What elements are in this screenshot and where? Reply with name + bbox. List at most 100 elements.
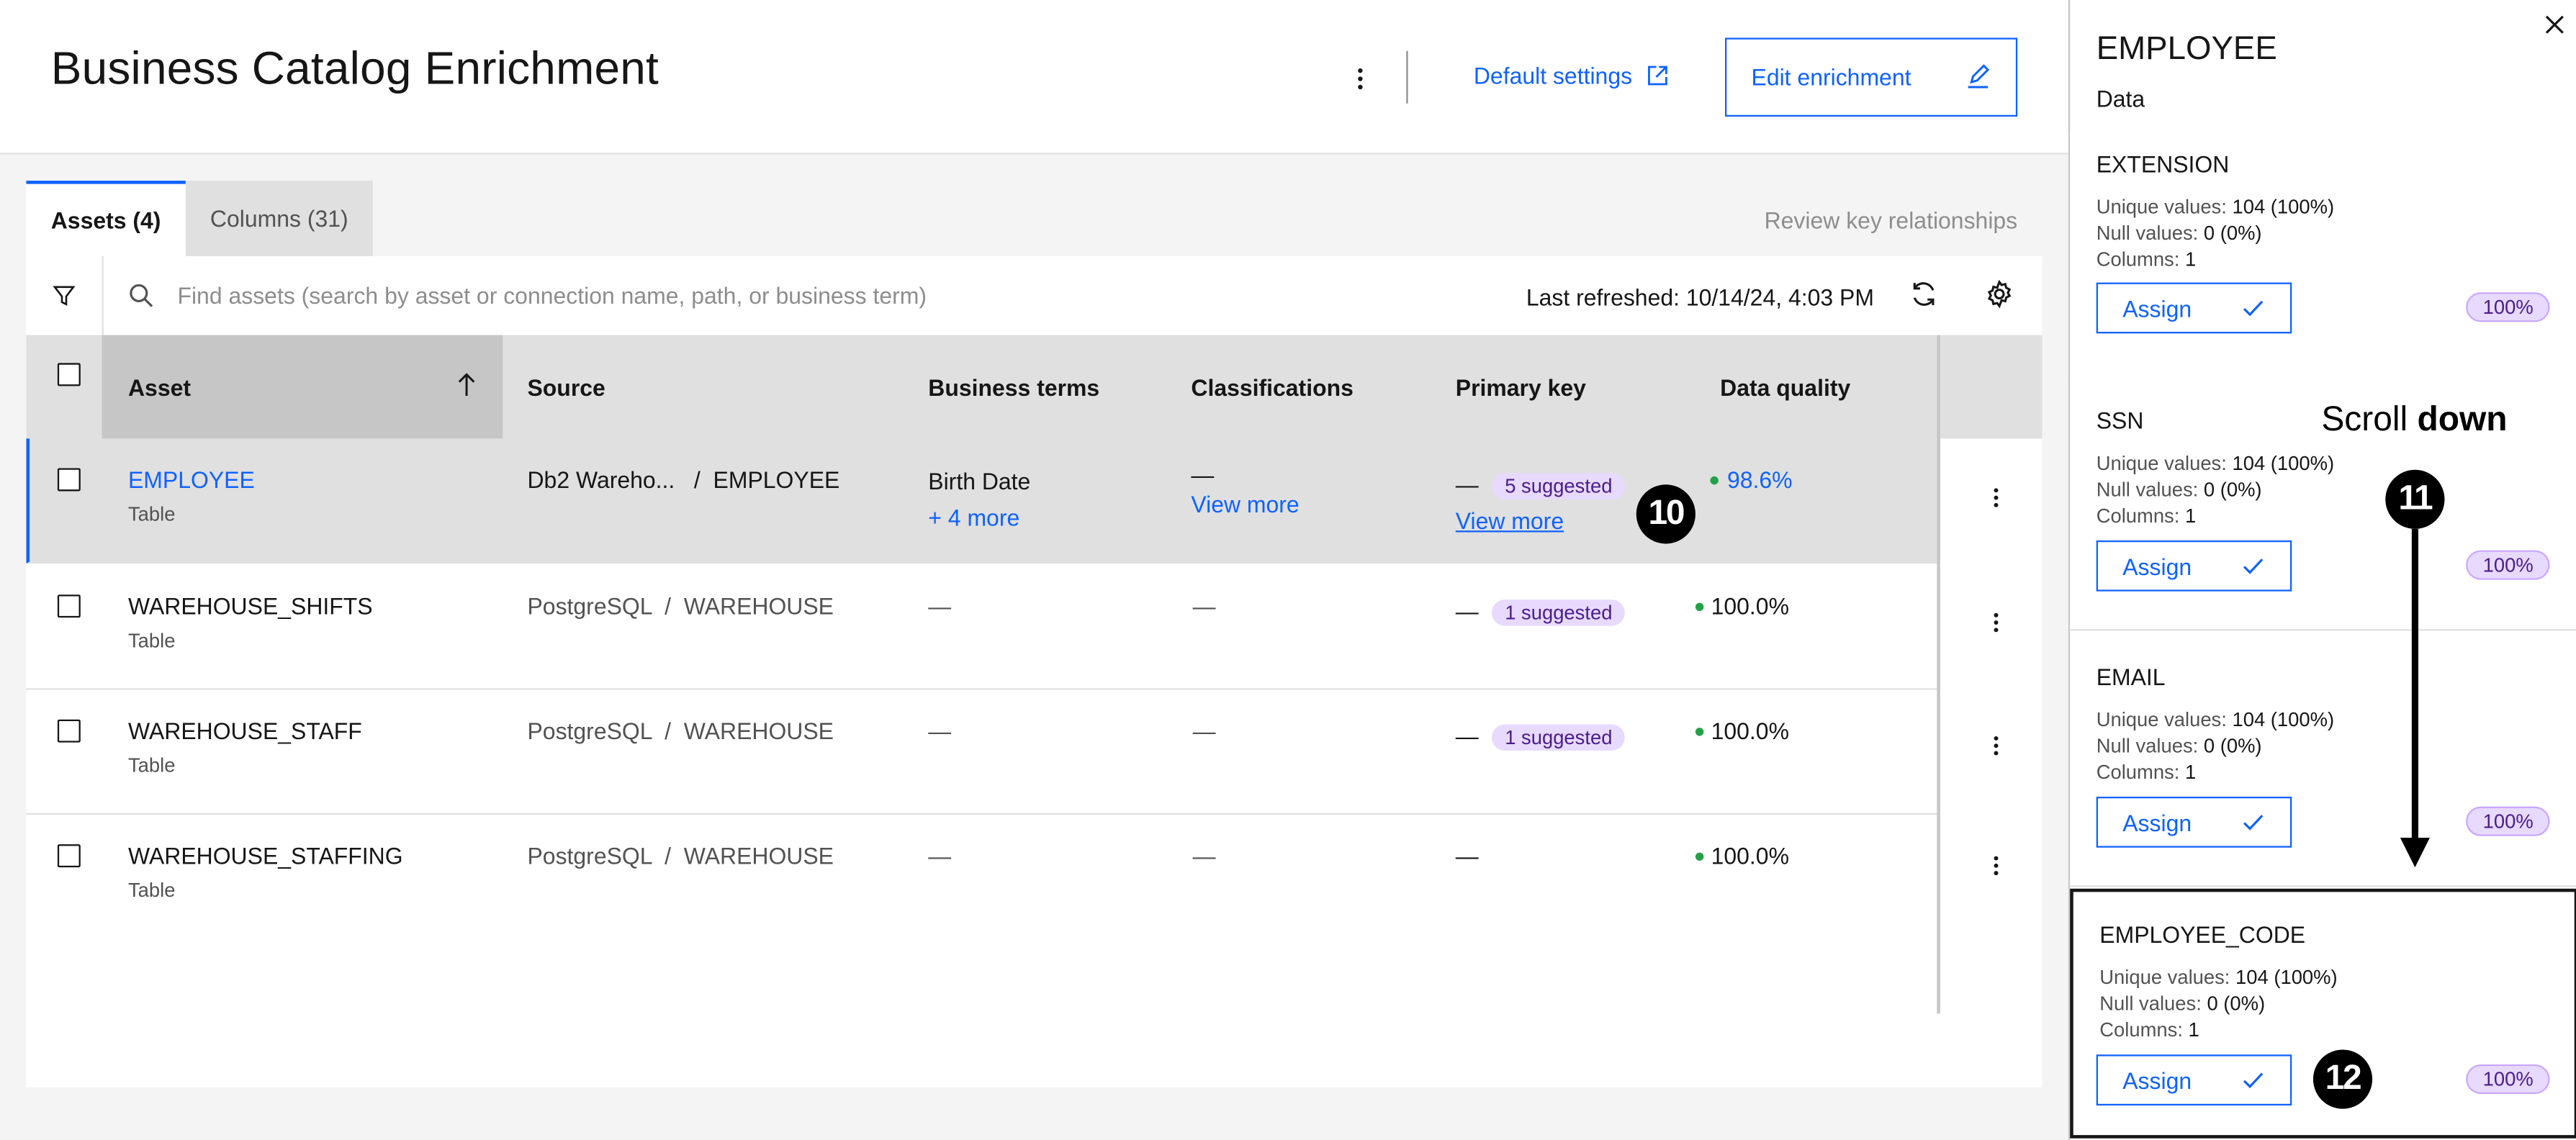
row-checkbox[interactable] (57, 594, 81, 618)
search-input[interactable] (177, 276, 1328, 316)
null-values-label: Null values: (2096, 478, 2199, 502)
step-badge-10: 10 (1636, 484, 1695, 544)
review-key-relationships-link[interactable]: Review key relationships (1765, 207, 2018, 234)
business-terms-cell: — (928, 718, 952, 744)
asset-name-link[interactable]: EMPLOYEE (128, 466, 255, 493)
column-stats: Unique values: 104 (100%) Null values: 0… (2097, 706, 2334, 785)
source-separator: / (693, 466, 701, 493)
overflow-menu-vertical-icon (1994, 612, 1999, 633)
assign-button[interactable]: Assign (2096, 1054, 2292, 1106)
table-toolbar: Last refreshed: 10/14/24, 4:03 PM (26, 256, 2043, 335)
confidence-tag: 100% (2466, 292, 2550, 322)
data-quality-cell[interactable]: 98.6% (1711, 466, 1793, 493)
unique-values: 104 (100%) (2232, 707, 2335, 731)
edit-enrichment-button[interactable]: Edit enrichment (1724, 37, 2018, 117)
row-overflow-menu-button[interactable] (1983, 733, 2009, 759)
asset-name[interactable]: WAREHOUSE_SHIFTS (128, 593, 373, 620)
table-header: Asset Source Business terms Classificati… (26, 335, 2043, 439)
data-quality-cell[interactable]: 100.0% (1694, 593, 1789, 619)
table-row[interactable]: WAREHOUSE_SHIFTS Table PostgreSQL / WARE… (26, 565, 1937, 690)
primary-key-cell: — (1455, 842, 1479, 869)
arrow-down-icon (2400, 528, 2430, 868)
suggested-tag[interactable]: 1 suggested (1491, 600, 1626, 626)
tab-assets[interactable]: Assets (4) (26, 181, 186, 257)
step-badge-11: 11 (2385, 469, 2445, 529)
classifications-cell: — (1192, 718, 1216, 744)
row-checkbox[interactable] (57, 719, 81, 743)
source-cell: PostgreSQL / WAREHOUSE (527, 593, 834, 620)
asset-type: Table (127, 502, 176, 526)
classifications-cell: — (1192, 842, 1216, 869)
table-row[interactable]: WAREHOUSE_STAFFING Table PostgreSQL / WA… (26, 815, 1937, 940)
table-row[interactable]: WAREHOUSE_STAFF Table PostgreSQL / WAREH… (26, 689, 1937, 815)
classifications-more-link[interactable]: View more (1191, 491, 1299, 517)
data-quality-cell[interactable]: 100.0% (1694, 718, 1789, 744)
column-header-asset[interactable]: Asset (102, 335, 503, 439)
null-values-label: Null values: (2099, 992, 2202, 1015)
primary-key-value: — (1455, 723, 1479, 749)
page-title: Business Catalog Enrichment (50, 42, 659, 94)
column-header-source[interactable]: Source (527, 335, 605, 439)
assign-label: Assign (2122, 553, 2192, 579)
row-overflow-menu-button[interactable] (1983, 853, 2009, 879)
primary-key-value: — (1455, 597, 1479, 625)
checkmark-icon (2243, 558, 2264, 574)
confidence-tag: 100% (2466, 806, 2550, 836)
column-header-classifications[interactable]: Classifications (1191, 335, 1354, 439)
columns-label: Columns: (2099, 1018, 2183, 1042)
column-name: EXTENSION (2096, 150, 2230, 178)
column-header-business-terms[interactable]: Business terms (928, 335, 1099, 439)
suggested-tag[interactable]: 5 suggested (1491, 473, 1626, 499)
row-checkbox[interactable] (57, 468, 81, 492)
select-all-checkbox[interactable] (57, 363, 81, 386)
asset-cell: WAREHOUSE_SHIFTS Table (128, 593, 373, 652)
overflow-menu-vertical-icon (1358, 68, 1363, 90)
suggested-tag[interactable]: 1 suggested (1491, 724, 1626, 751)
column-header-data-quality[interactable]: Data quality (1720, 335, 1850, 439)
asset-name[interactable]: WAREHOUSE_STAFFING (128, 843, 403, 869)
filter-button[interactable] (27, 256, 104, 335)
source-cell: PostgreSQL / WAREHOUSE (527, 718, 834, 744)
source-separator: / (665, 842, 671, 869)
screen: Business Catalog Enrichment Default sett… (0, 0, 2576, 1140)
source-path: EMPLOYEE (713, 466, 840, 493)
data-quality-cell[interactable]: 100.0% (1694, 843, 1789, 869)
business-terms-more-link[interactable]: + 4 more (928, 505, 1030, 531)
classification-value: — (1191, 461, 1215, 488)
close-icon (2545, 15, 2564, 34)
asset-type: Table (127, 754, 176, 777)
assign-button[interactable]: Assign (2096, 796, 2292, 848)
row-checkbox[interactable] (57, 844, 81, 868)
assign-button[interactable]: Assign (2096, 540, 2292, 592)
unique-values: 104 (100%) (2232, 195, 2335, 219)
columns-count: 1 (2184, 248, 2197, 271)
checkmark-icon (2243, 300, 2264, 317)
columns-label: Columns: (2096, 248, 2180, 271)
assign-button[interactable]: Assign (2096, 282, 2292, 334)
column-header-primary-key[interactable]: Primary key (1456, 335, 1586, 439)
confidence-tag: 100% (2466, 550, 2550, 580)
business-terms-cell: — (928, 842, 952, 869)
column-card: EXTENSION Unique values: 104 (100%) Null… (2070, 131, 2576, 388)
refresh-icon (1913, 282, 1935, 306)
default-settings-link[interactable]: Default settings (1474, 63, 1668, 89)
last-refreshed-text: Last refreshed: 10/14/24, 4:03 PM (1526, 284, 1874, 311)
row-overflow-menu-button[interactable] (1983, 484, 2009, 511)
refresh-button[interactable] (1909, 279, 1942, 312)
overflow-menu-button[interactable] (1341, 59, 1380, 99)
primary-key-cell: — 5 suggested View more (1456, 471, 1626, 534)
checkmark-icon (2243, 1072, 2264, 1089)
columns-label: Columns: (2096, 760, 2180, 784)
gear-icon (1987, 279, 2012, 309)
edit-pencil-icon (1968, 64, 1990, 89)
asset-name[interactable]: WAREHOUSE_STAFF (128, 718, 362, 744)
null-values: 0 (0%) (2203, 734, 2262, 758)
tab-columns[interactable]: Columns (31) (185, 181, 373, 257)
primary-key-value: — (1455, 471, 1479, 498)
unique-values: 104 (100%) (2232, 451, 2335, 475)
primary-key-more-link[interactable]: View more (1456, 507, 1626, 534)
row-overflow-menu-button[interactable] (1983, 610, 2009, 636)
table-settings-button[interactable] (1985, 279, 2018, 312)
close-panel-button[interactable] (2543, 13, 2570, 40)
status-dot (1694, 602, 1703, 610)
